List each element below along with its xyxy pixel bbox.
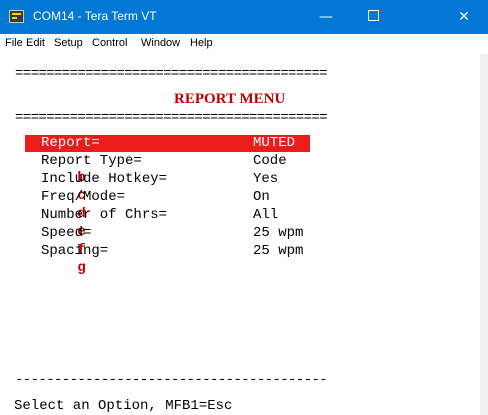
menu-setup[interactable]: Setup (54, 37, 83, 49)
option-freq-mode[interactable]: d Freq/Mode= On (27, 189, 270, 222)
menu-file[interactable]: File (5, 37, 23, 49)
option-value: Code (253, 153, 287, 169)
option-value: 25 wpm (253, 225, 304, 241)
menu-help[interactable]: Help (190, 37, 213, 49)
bottom-separator: ---------------------------------------- (15, 372, 328, 388)
option-value: 25 wpm (253, 243, 304, 259)
menu-bar: File Edit Setup Control Window Help (0, 34, 488, 54)
option-label: Report= (41, 135, 100, 151)
close-icon: ✕ (458, 9, 470, 25)
option-report-type[interactable]: b Report Type= Code (27, 153, 287, 186)
option-label: Speed= (41, 225, 92, 241)
option-label: Include Hotkey= (41, 171, 168, 187)
option-speed[interactable]: f Speed= 25 wpm (27, 225, 303, 258)
menu-window[interactable]: Window (141, 37, 180, 49)
title-separator: ======================================== (15, 110, 328, 126)
option-key: g (77, 260, 86, 276)
window-title: COM14 - Tera Term VT (33, 9, 157, 23)
menu-control[interactable]: Control (92, 37, 127, 49)
status-prompt: Select an Option, MFB1=Esc (14, 398, 233, 414)
title-bar[interactable]: COM14 - Tera Term VT — ✕ (0, 0, 488, 34)
option-include-hotkey[interactable]: c Include Hotkey= Yes (27, 171, 278, 204)
minimize-icon: — (319, 9, 333, 25)
terminal-window: COM14 - Tera Term VT — ✕ File Edit Setup… (0, 0, 488, 415)
option-label: Spacing= (41, 243, 109, 259)
option-label: Freq/Mode= (41, 189, 126, 205)
option-label: Number of Chrs= (41, 207, 168, 223)
minimize-button[interactable]: — (303, 0, 349, 34)
menu-edit[interactable]: Edit (26, 37, 45, 49)
option-value: All (253, 207, 279, 223)
close-button[interactable]: ✕ (440, 0, 488, 34)
terminal-screen[interactable]: ========================================… (0, 54, 480, 415)
option-value: On (253, 189, 270, 205)
option-number-of-chrs[interactable]: e Number of Chrs= All (27, 207, 278, 240)
option-report[interactable]: a Report= MUTED (25, 135, 310, 185)
option-value: Yes (253, 171, 279, 187)
menu-title: REPORT MENU (174, 91, 286, 107)
top-separator: ======================================== (15, 66, 328, 82)
vertical-scrollbar[interactable] (480, 54, 488, 415)
tera-term-app-icon[interactable] (9, 10, 24, 23)
maximize-button[interactable] (350, 0, 396, 34)
maximize-icon (367, 10, 379, 21)
option-spacing[interactable]: g Spacing= 25 wpm (27, 243, 303, 276)
option-value: MUTED (253, 135, 296, 151)
option-label: Report Type= (41, 153, 142, 169)
